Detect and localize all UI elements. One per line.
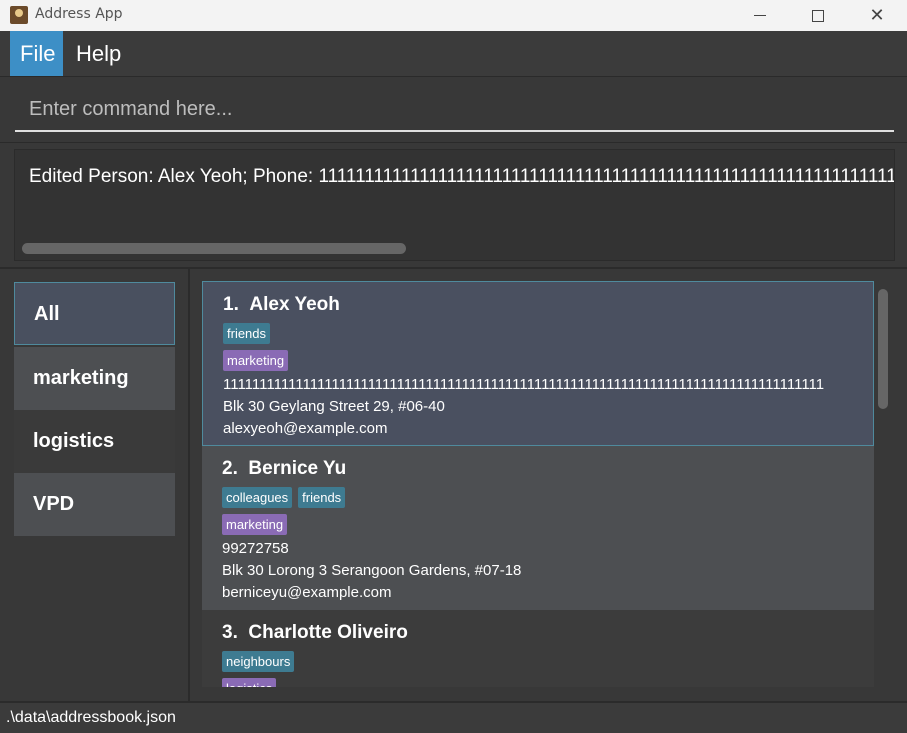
- tag-chip-marketing: marketing: [222, 514, 288, 535]
- person-index: 3.: [222, 622, 238, 643]
- person-phone: 1111111111111111111111111111111111111111…: [223, 376, 825, 393]
- person-card[interactable]: 2. Bernice Yu colleagues friends marketi…: [202, 446, 874, 610]
- person-name: 2. Bernice Yu: [222, 458, 346, 480]
- person-card[interactable]: 1. Alex Yeoh friends marketing 111111111…: [202, 281, 874, 446]
- tag-chip-friends: friends: [298, 487, 346, 508]
- tag-chip-marketing: marketing: [223, 350, 289, 371]
- tag-filter-logistics[interactable]: logistics: [14, 410, 175, 473]
- tag-row: marketing: [222, 514, 288, 535]
- command-box: [0, 77, 907, 143]
- person-address: Blk 30 Geylang Street 29, #06-40: [223, 398, 445, 415]
- menu-help[interactable]: Help: [66, 31, 131, 76]
- person-phone: 99272758: [222, 540, 289, 557]
- person-name: 3. Charlotte Oliveiro: [222, 622, 408, 644]
- tag-row: neighbours: [222, 651, 295, 672]
- save-location: .\data\addressbook.json: [6, 709, 176, 726]
- result-text: Edited Person: Alex Yeoh; Phone: 1111111…: [29, 166, 895, 187]
- address-book-icon: [10, 6, 28, 24]
- person-list: 1. Alex Yeoh friends marketing 111111111…: [202, 281, 874, 687]
- main-panel: All marketing logistics VPD 1. Alex Yeoh…: [0, 267, 907, 701]
- close-icon: ✕: [869, 5, 885, 26]
- person-email: berniceyu@example.com: [222, 584, 392, 601]
- person-name-text: Charlotte Oliveiro: [248, 622, 408, 643]
- tag-chip-neighbours: neighbours: [222, 651, 295, 672]
- result-display: Edited Person: Alex Yeoh; Phone: 1111111…: [14, 149, 895, 261]
- tag-row: colleagues friends: [222, 487, 346, 508]
- tag-chip-logistics: logistics: [222, 678, 277, 687]
- maximize-icon: [812, 9, 824, 22]
- tag-row: marketing: [223, 350, 289, 371]
- maximize-button[interactable]: [788, 0, 848, 31]
- person-name: 1. Alex Yeoh: [223, 294, 340, 316]
- close-button[interactable]: ✕: [847, 0, 907, 31]
- person-address: Blk 30 Lorong 3 Serangoon Gardens, #07-1…: [222, 562, 522, 579]
- status-bar: .\data\addressbook.json: [0, 701, 907, 733]
- window-title: Address App: [35, 6, 123, 22]
- result-display-area: Edited Person: Alex Yeoh; Phone: 1111111…: [0, 143, 907, 267]
- command-input[interactable]: [15, 88, 894, 132]
- tag-chip-friends: friends: [223, 323, 271, 344]
- vertical-scrollbar[interactable]: [876, 283, 890, 687]
- horizontal-scrollbar[interactable]: [22, 243, 406, 254]
- minimize-icon: [754, 15, 766, 16]
- person-name-text: Bernice Yu: [248, 458, 347, 479]
- tag-row: logistics: [222, 678, 277, 687]
- tag-filter-vpd[interactable]: VPD: [14, 473, 175, 536]
- person-index: 1.: [223, 294, 239, 315]
- person-index: 2.: [222, 458, 238, 479]
- tag-filter-all[interactable]: All: [14, 282, 175, 345]
- title-bar: Address App ✕: [0, 0, 907, 31]
- tag-row: friends: [223, 323, 271, 344]
- minimize-button[interactable]: [730, 0, 790, 31]
- person-name-text: Alex Yeoh: [249, 294, 340, 315]
- person-email: alexyeoh@example.com: [223, 420, 388, 437]
- tag-sidebar: All marketing logistics VPD: [0, 269, 190, 701]
- menu-file[interactable]: File: [10, 31, 63, 76]
- menu-bar: File Help: [0, 31, 907, 77]
- tag-chip-colleagues: colleagues: [222, 487, 293, 508]
- person-card[interactable]: 3. Charlotte Oliveiro neighbours logisti…: [202, 610, 874, 687]
- scrollbar-thumb[interactable]: [878, 289, 888, 409]
- tag-filter-marketing[interactable]: marketing: [14, 347, 175, 410]
